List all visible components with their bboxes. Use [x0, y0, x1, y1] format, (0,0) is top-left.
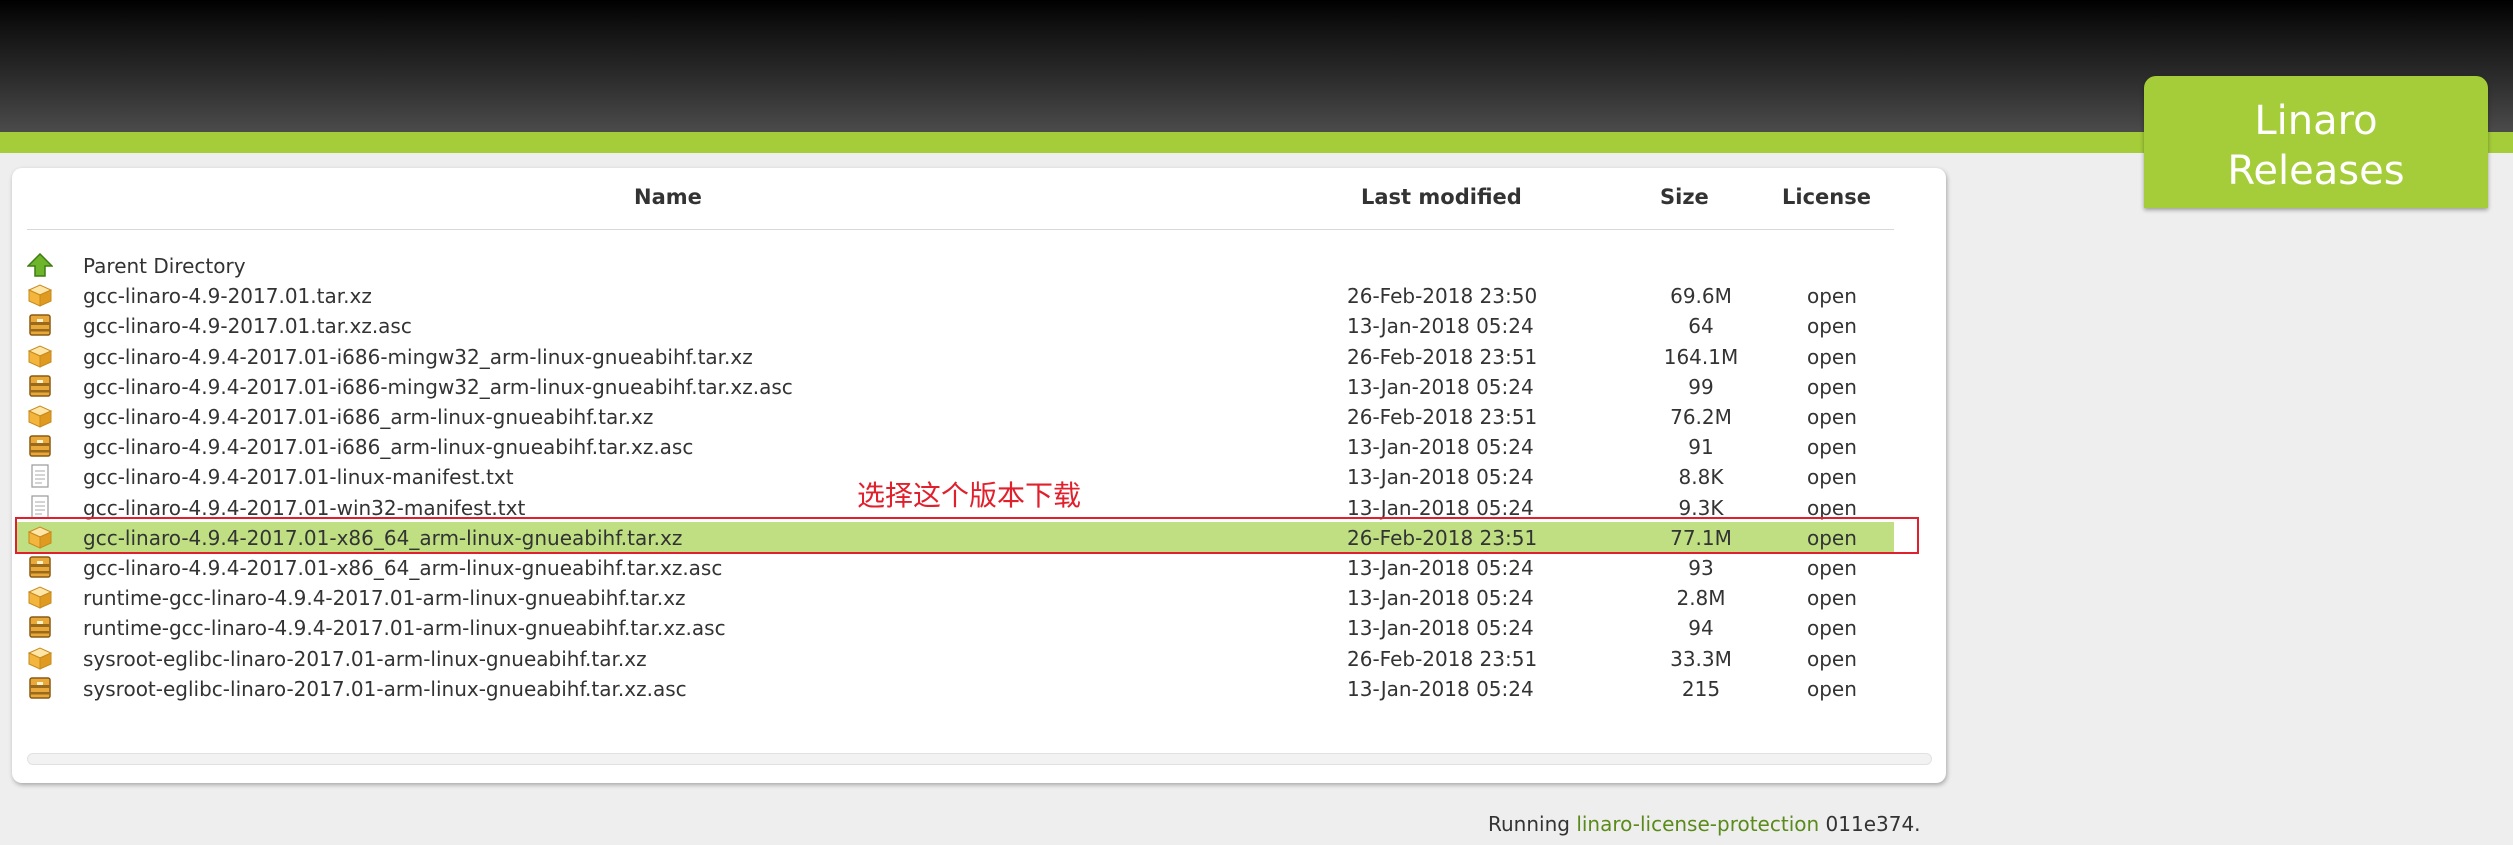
- file-size: 99: [1688, 374, 1714, 399]
- file-license[interactable]: open: [1807, 465, 1857, 489]
- archive-icon: [27, 555, 53, 579]
- file-name-link[interactable]: runtime-gcc-linaro-4.9.4-2017.01-arm-lin…: [83, 586, 686, 610]
- file-name-link[interactable]: runtime-gcc-linaro-4.9.4-2017.01-arm-lin…: [83, 616, 726, 640]
- file-row[interactable]: gcc-linaro-4.9.4-2017.01-i686_arm-linux-…: [12, 401, 1946, 431]
- file-date: 26-Feb-2018 23:51: [1347, 646, 1538, 671]
- horizontal-scrollbar[interactable]: [27, 753, 1932, 765]
- file-date: 13-Jan-2018 05:24: [1347, 616, 1534, 641]
- file-size: 2.8M: [1676, 586, 1726, 611]
- file-name-link[interactable]: gcc-linaro-4.9-2017.01.tar.xz: [83, 284, 372, 308]
- package-icon: [27, 585, 53, 609]
- parent-directory-row[interactable]: Parent Directory: [12, 250, 1946, 280]
- file-license[interactable]: open: [1807, 405, 1857, 429]
- logo-line-1: Linaro: [2254, 98, 2378, 144]
- file-date: 13-Jan-2018 05:24: [1347, 435, 1534, 460]
- green-accent-stripe: [0, 132, 2513, 153]
- file-row[interactable]: runtime-gcc-linaro-4.9.4-2017.01-arm-lin…: [12, 582, 1946, 612]
- archive-icon: [27, 313, 53, 337]
- file-row[interactable]: gcc-linaro-4.9.4-2017.01-i686-mingw32_ar…: [12, 341, 1946, 371]
- file-size: 69.6M: [1670, 284, 1732, 309]
- file-size: 164.1M: [1663, 344, 1739, 369]
- file-size: 91: [1688, 435, 1714, 460]
- file-license[interactable]: open: [1807, 677, 1857, 701]
- column-header-last-modified[interactable]: Last modified: [1361, 185, 1522, 209]
- top-header-bar: [0, 0, 2513, 132]
- file-size: 94: [1688, 616, 1714, 641]
- file-size: 64: [1688, 314, 1714, 339]
- text-file-icon: [27, 464, 53, 488]
- file-date: 13-Jan-2018 05:24: [1347, 314, 1534, 339]
- column-header-name[interactable]: Name: [634, 185, 702, 209]
- file-row[interactable]: runtime-gcc-linaro-4.9.4-2017.01-arm-lin…: [12, 612, 1946, 642]
- file-name-link[interactable]: gcc-linaro-4.9.4-2017.01-i686_arm-linux-…: [83, 405, 653, 429]
- footer-text: Running linaro-license-protection 011e37…: [1488, 812, 1921, 836]
- file-license[interactable]: open: [1807, 496, 1857, 520]
- file-row[interactable]: gcc-linaro-4.9.4-2017.01-x86_64_arm-linu…: [12, 552, 1946, 582]
- parent-directory-link[interactable]: Parent Directory: [83, 254, 246, 278]
- annotation-text: 选择这个版本下载: [857, 479, 1082, 512]
- file-row[interactable]: gcc-linaro-4.9.4-2017.01-i686-mingw32_ar…: [12, 371, 1946, 401]
- package-icon: [27, 646, 53, 670]
- file-name-link[interactable]: gcc-linaro-4.9.4-2017.01-i686_arm-linux-…: [83, 435, 693, 459]
- text-file-icon: [27, 494, 53, 519]
- column-header-size[interactable]: Size: [1660, 185, 1709, 209]
- archive-icon: [27, 374, 53, 398]
- file-name-link[interactable]: sysroot-eglibc-linaro-2017.01-arm-linux-…: [83, 647, 647, 671]
- file-date: 26-Feb-2018 23:51: [1347, 405, 1538, 429]
- file-name-link[interactable]: gcc-linaro-4.9.4-2017.01-win32-manifest.…: [83, 496, 525, 520]
- file-date: 13-Jan-2018 05:24: [1347, 495, 1534, 520]
- footer-suffix: 011e374.: [1819, 812, 1921, 836]
- file-name-link[interactable]: gcc-linaro-4.9-2017.01.tar.xz.asc: [83, 314, 412, 338]
- file-date: 13-Jan-2018 05:24: [1347, 374, 1534, 399]
- file-date: 13-Jan-2018 05:24: [1347, 676, 1534, 701]
- file-license[interactable]: open: [1807, 586, 1857, 610]
- file-row[interactable]: sysroot-eglibc-linaro-2017.01-arm-linux-…: [12, 643, 1946, 673]
- archive-icon: [27, 676, 53, 700]
- file-license[interactable]: open: [1807, 375, 1857, 399]
- file-date: 13-Jan-2018 05:24: [1347, 586, 1534, 611]
- file-size: 215: [1681, 676, 1721, 701]
- file-size: 93: [1688, 556, 1714, 580]
- file-license[interactable]: open: [1807, 435, 1857, 459]
- archive-icon: [27, 434, 53, 458]
- archive-icon: [27, 615, 53, 639]
- file-license[interactable]: open: [1807, 284, 1857, 308]
- column-header-license[interactable]: License: [1782, 185, 1871, 209]
- file-date: 13-Jan-2018 05:24: [1347, 556, 1534, 580]
- file-row[interactable]: gcc-linaro-4.9.4-2017.01-i686_arm-linux-…: [12, 431, 1946, 461]
- file-name-link[interactable]: gcc-linaro-4.9.4-2017.01-i686-mingw32_ar…: [83, 345, 753, 369]
- file-row[interactable]: sysroot-eglibc-linaro-2017.01-arm-linux-…: [12, 673, 1946, 703]
- file-date: 13-Jan-2018 05:24: [1347, 465, 1534, 490]
- license-protection-link[interactable]: linaro-license-protection: [1576, 812, 1819, 836]
- file-license[interactable]: open: [1807, 345, 1857, 369]
- package-icon: [27, 404, 53, 428]
- file-name-link[interactable]: gcc-linaro-4.9.4-2017.01-i686-mingw32_ar…: [83, 375, 793, 399]
- file-date: 26-Feb-2018 23:51: [1347, 344, 1538, 369]
- file-name-link[interactable]: gcc-linaro-4.9.4-2017.01-x86_64_arm-linu…: [83, 556, 722, 580]
- footer-prefix: Running: [1488, 812, 1577, 836]
- logo-line-2: Releases: [2227, 148, 2405, 194]
- file-license[interactable]: open: [1807, 556, 1857, 580]
- package-icon: [27, 344, 53, 368]
- package-icon: [27, 283, 53, 307]
- file-row[interactable]: gcc-linaro-4.9-2017.01.tar.xz.asc 13-Jan-…: [12, 310, 1946, 340]
- file-date: 26-Feb-2018 23:50: [1347, 284, 1538, 309]
- file-name-link[interactable]: sysroot-eglibc-linaro-2017.01-arm-linux-…: [83, 677, 687, 701]
- file-license[interactable]: open: [1807, 314, 1857, 338]
- file-size: 76.2M: [1670, 405, 1732, 429]
- file-name-link[interactable]: gcc-linaro-4.9.4-2017.01-linux-manifest.…: [83, 465, 514, 489]
- linaro-releases-logo[interactable]: Linaro Releases: [2144, 76, 2488, 208]
- highlight-annotation-box: [15, 517, 1919, 554]
- file-size: 9.3K: [1678, 495, 1724, 520]
- up-arrow-icon: [27, 253, 53, 277]
- file-size: 8.8K: [1678, 465, 1724, 490]
- file-size: 33.3M: [1670, 646, 1732, 671]
- file-row[interactable]: gcc-linaro-4.9-2017.01.tar.xz 26-Feb-2018…: [12, 280, 1946, 310]
- file-license[interactable]: open: [1807, 647, 1857, 671]
- file-license[interactable]: open: [1807, 616, 1857, 640]
- header-divider: [27, 229, 1894, 230]
